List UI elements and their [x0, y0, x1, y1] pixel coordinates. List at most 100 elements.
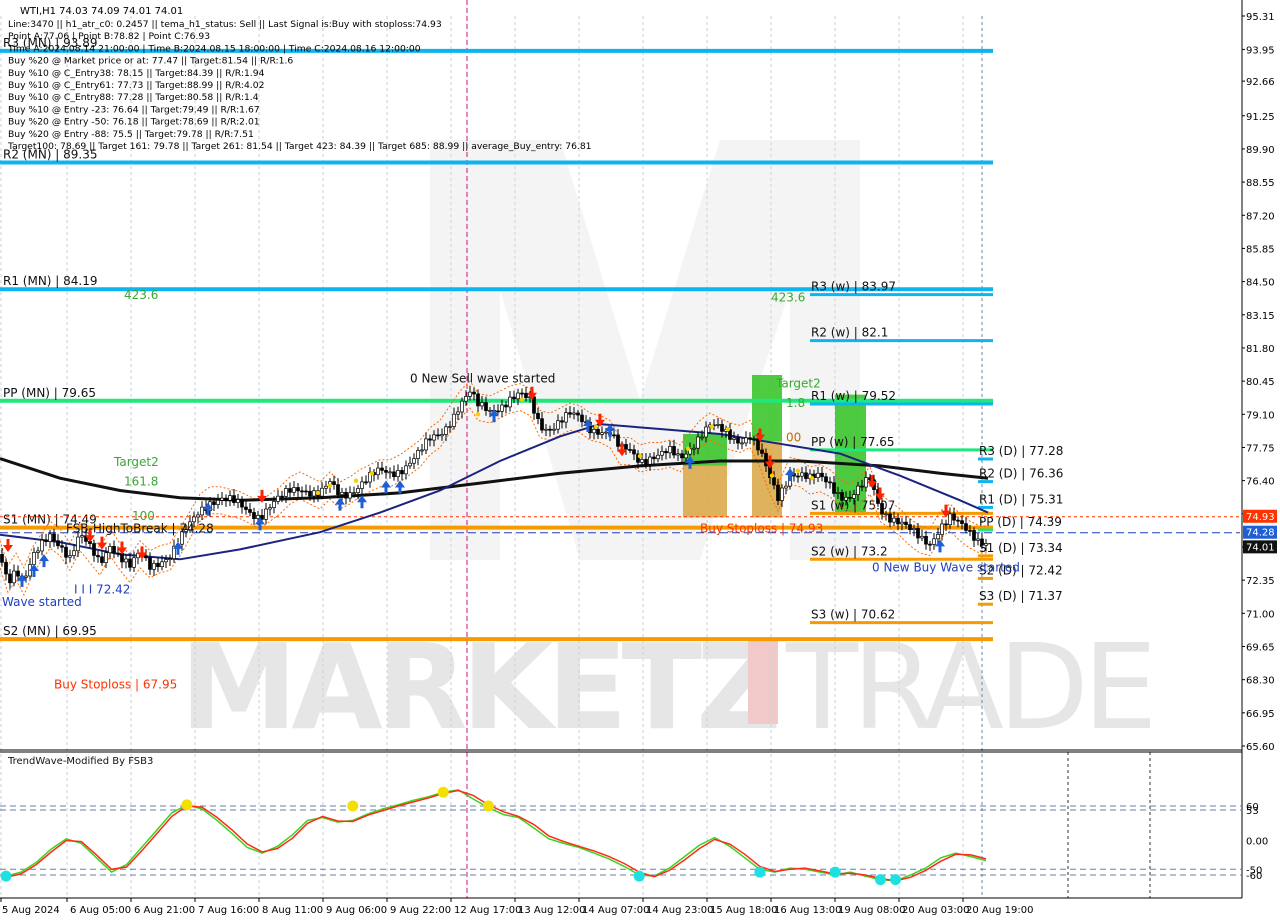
candle-body: [912, 527, 916, 530]
time-tick-label: 20 Aug 19:00: [966, 905, 1033, 916]
signal-dot: [519, 397, 525, 402]
oscillator-marker: [890, 874, 902, 886]
candle-body: [900, 521, 904, 525]
candle-body: [164, 559, 168, 563]
candle-body: [552, 428, 556, 431]
price-axis-layer[interactable]: 95.31 93.95 92.66 91.25 89.90 88.55 87.20 85.85…: [1241, 0, 1280, 920]
candle-body: [56, 540, 60, 547]
price-tick-label: 80.45: [1246, 377, 1275, 388]
time-tick-label: 16 Aug 13:00: [774, 905, 841, 916]
candle-body: [244, 506, 248, 510]
candle-body: [680, 453, 684, 459]
candle-body: [956, 519, 960, 522]
price-tick-label: 93.95: [1246, 45, 1275, 56]
candle-body: [548, 428, 552, 431]
candle-body: [360, 481, 364, 489]
candle-body: [952, 513, 956, 521]
info-line: Point A:77.06 | Point B:78.82 | Point C:…: [8, 31, 210, 42]
candle-body: [856, 485, 860, 495]
candle-body: [272, 501, 276, 508]
price-tick-label: 77.75: [1246, 443, 1275, 454]
oscillator-tick-label: -60: [1246, 871, 1262, 882]
pivot-level-label: PP (MN) | 79.65: [3, 386, 96, 400]
oscillator-marker: [0, 870, 12, 882]
candle-body: [112, 546, 116, 554]
candle-body: [396, 470, 400, 478]
candle-body: [656, 454, 660, 460]
candle-body: [660, 451, 664, 456]
candle-body: [748, 437, 752, 440]
chart-annotation: Buy Stoploss | 67.95: [54, 677, 177, 691]
candle-body: [448, 426, 452, 428]
oscillator-marker: [482, 800, 494, 812]
time-tick-label: 13 Aug 12:00: [518, 905, 585, 916]
price-tick-label: 72.35: [1246, 576, 1275, 587]
candle-body: [520, 392, 524, 395]
chart-annotation: FSB-HighToBreak | 74.28: [66, 522, 214, 536]
candle-body: [292, 487, 296, 493]
candle-body: [860, 485, 864, 488]
candle-body: [4, 561, 8, 575]
candle-body: [228, 495, 232, 501]
oscillator-marker: [754, 866, 766, 878]
candle-body: [976, 538, 980, 541]
price-tick-label: 68.30: [1246, 676, 1275, 687]
candle-body: [700, 436, 704, 439]
info-line: Buy %20 @ Entry -88: 75.5 || Target:79.7…: [8, 129, 254, 140]
candle-body: [384, 470, 388, 473]
candle-body: [412, 458, 416, 464]
candle-body: [320, 487, 324, 497]
candle-body: [432, 434, 436, 441]
candle-body: [248, 509, 252, 513]
candle-body: [516, 392, 520, 400]
candle-body: [224, 497, 228, 501]
candle-body: [340, 492, 344, 495]
signal-dot: [709, 424, 715, 429]
candle-body: [572, 412, 576, 415]
candle-body: [560, 420, 564, 423]
oscillator-tick-label: 53: [1246, 806, 1259, 817]
pivot-level-label: R1 (D) | 75.31: [979, 492, 1063, 506]
chart-annotation: 161.8: [124, 475, 158, 489]
candle-body: [504, 404, 508, 408]
candle-body: [8, 573, 12, 584]
candle-body: [888, 513, 892, 523]
price-tick-label: 65.60: [1246, 742, 1275, 753]
price-tick-label: 71.00: [1246, 609, 1275, 620]
candle-body: [128, 558, 132, 568]
candle-body: [596, 428, 600, 435]
price-tick-label: 87.20: [1246, 211, 1275, 222]
candle-body: [652, 456, 656, 460]
info-line: Buy %10 @ Entry -23: 76.64 || Target:79.…: [8, 104, 260, 115]
candle-body: [612, 434, 616, 437]
pivot-level-label: R2 (D) | 76.36: [979, 467, 1063, 481]
candle-body: [936, 534, 940, 540]
candle-body: [784, 485, 788, 489]
candle-body: [0, 553, 4, 563]
candle-body: [964, 523, 968, 531]
candle-body: [980, 538, 984, 546]
chart-annotation: Target2: [113, 455, 159, 469]
signal-dot: [353, 478, 359, 483]
candle-body: [760, 449, 764, 454]
candle-body: [100, 556, 104, 563]
candle-body: [324, 485, 328, 489]
candle-body: [468, 391, 472, 397]
candle-body: [740, 442, 744, 445]
signal-dot: [769, 473, 775, 478]
candle-body: [96, 555, 100, 558]
chart-annotation: I I I 72.42: [74, 583, 130, 597]
candle-body: [348, 492, 352, 499]
candle-body: [80, 535, 84, 538]
candle-body: [728, 429, 732, 440]
price-tick-label: 69.65: [1246, 642, 1275, 653]
candle-body: [736, 437, 740, 444]
oscillator-marker: [829, 866, 841, 878]
candle-body: [456, 411, 460, 415]
candle-body: [440, 434, 444, 437]
candle-body: [592, 428, 596, 434]
candle-body: [168, 558, 172, 561]
pivot-level-label: S3 (w) | 70.62: [811, 608, 895, 622]
oscillator-marker: [347, 800, 359, 812]
price-tick-label: 84.50: [1246, 278, 1275, 289]
